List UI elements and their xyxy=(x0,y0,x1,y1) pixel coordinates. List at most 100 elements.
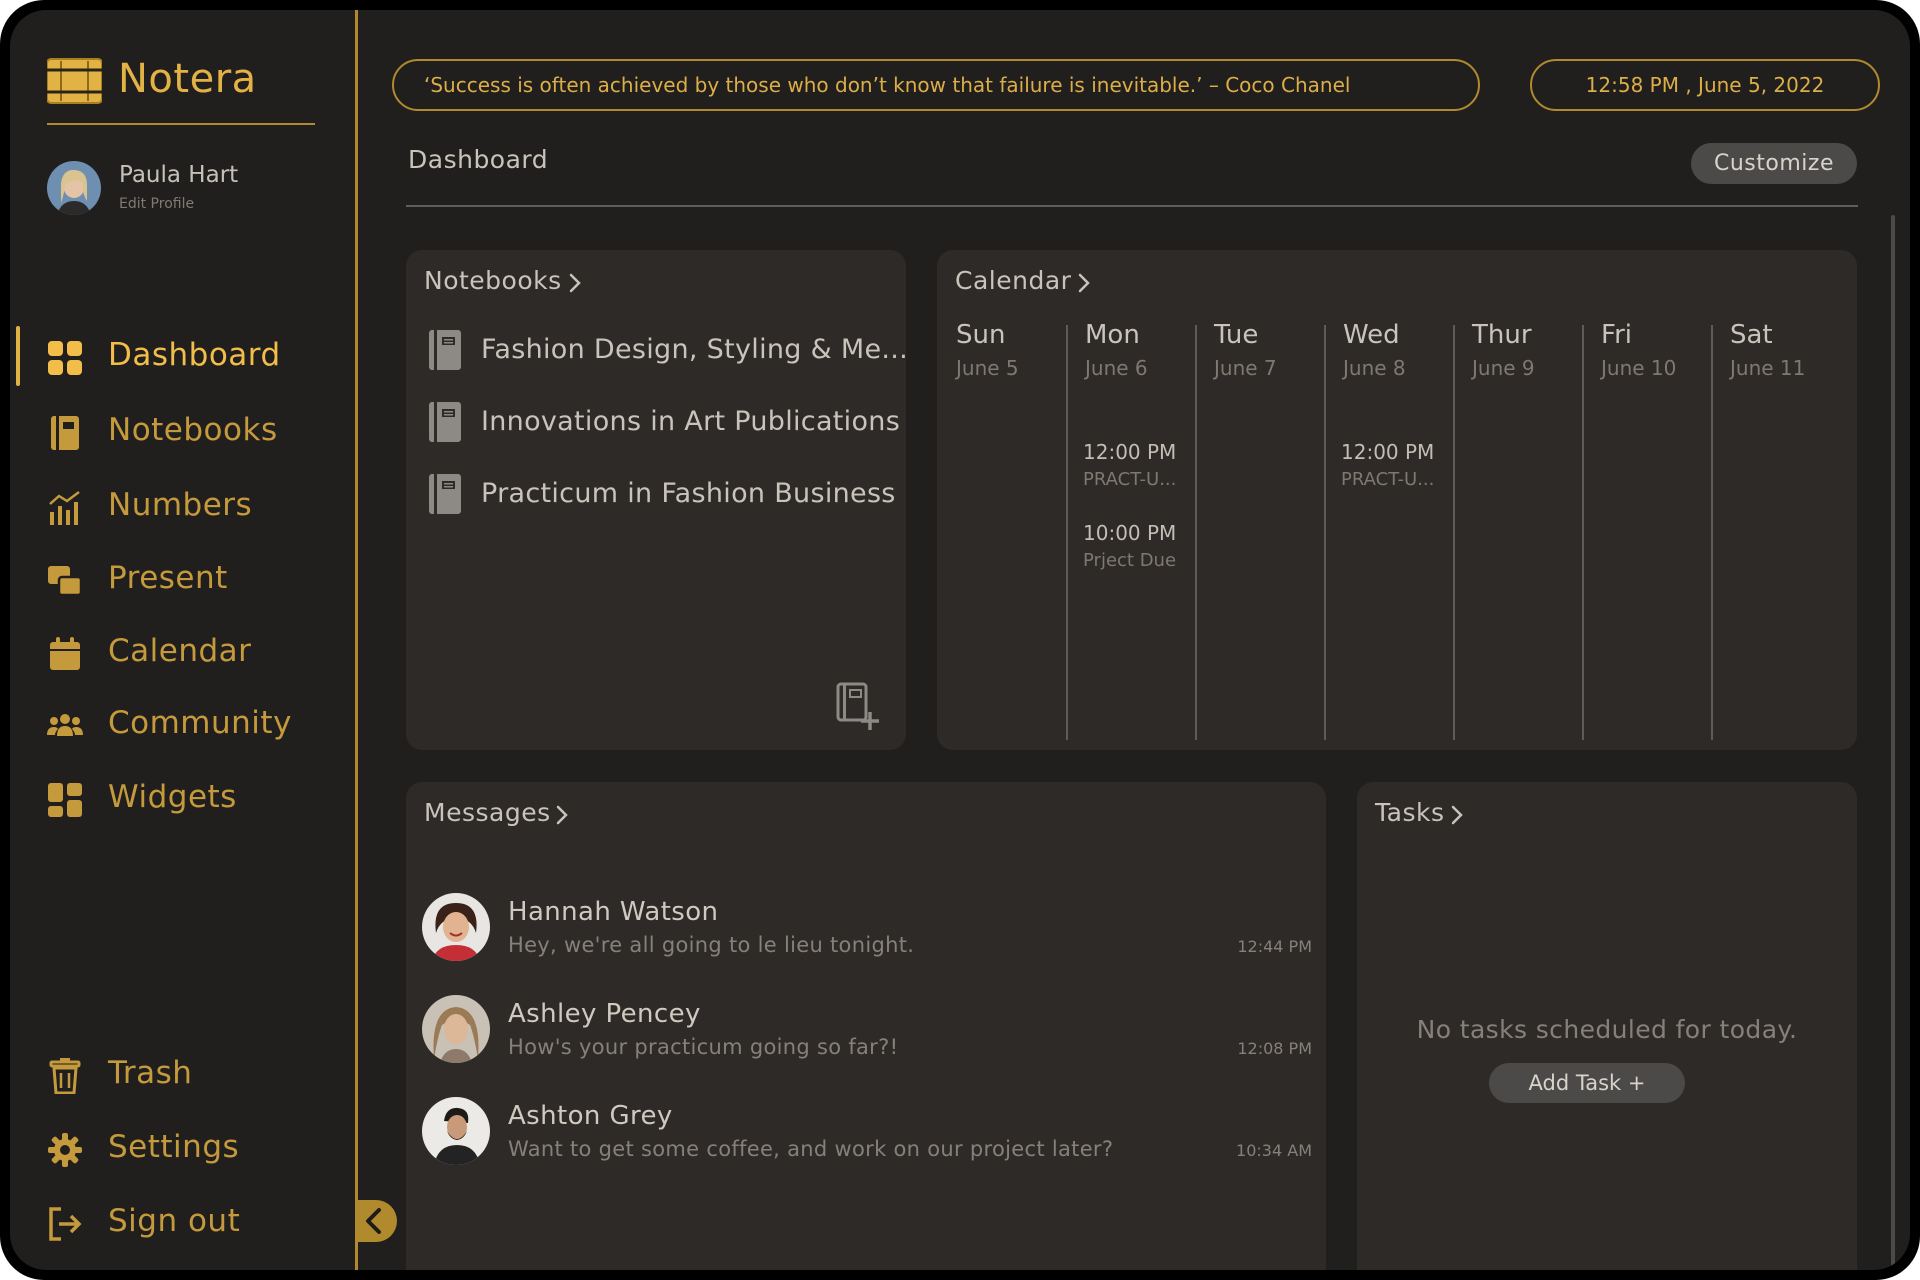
day-name: Fri xyxy=(1601,320,1632,350)
sidebar: Notera Paula Hart Edit Profile Dashboard xyxy=(10,10,355,1270)
message-time: 12:44 PM xyxy=(1237,937,1312,956)
notebooks-header[interactable]: Notebooks xyxy=(424,266,562,295)
calendar-header[interactable]: Calendar xyxy=(955,266,1071,295)
widgets-icon xyxy=(48,783,82,817)
message-time: 12:08 PM xyxy=(1237,1039,1312,1058)
calendar-card: Calendar Sun June 5 Mon June 6 12:00 PM … xyxy=(937,250,1857,750)
tasks-header[interactable]: Tasks xyxy=(1375,798,1444,827)
present-icon xyxy=(48,566,83,597)
day-name: Tue xyxy=(1214,320,1259,350)
nav-sign-out[interactable]: Sign out xyxy=(10,1194,350,1250)
scrollbar[interactable] xyxy=(1891,215,1895,1270)
add-notebook-icon[interactable] xyxy=(836,682,882,732)
event-time[interactable]: 12:00 PM xyxy=(1083,440,1176,464)
nav-label: Present xyxy=(108,560,228,596)
message-item[interactable]: Hannah Watson Hey, we're all going to le… xyxy=(422,891,1312,963)
logo-divider xyxy=(47,123,315,125)
profile-avatar[interactable] xyxy=(47,161,101,215)
app-logo-icon xyxy=(47,58,102,104)
notebook-icon xyxy=(429,330,461,370)
notebook-title: Innovations in Art Publications xyxy=(481,406,901,437)
calendar-day-sun[interactable]: Sun June 5 xyxy=(956,320,1084,740)
calendar-day-thu[interactable]: Thur June 9 xyxy=(1472,320,1600,740)
event-title[interactable]: Prject Due xyxy=(1083,550,1176,571)
nav-label: Dashboard xyxy=(108,337,281,373)
chevron-right-icon[interactable] xyxy=(568,272,582,294)
calendar-day-fri[interactable]: Fri June 10 xyxy=(1601,320,1729,740)
datetime-text: 12:58 PM , June 5, 2022 xyxy=(1585,73,1825,97)
day-name: Wed xyxy=(1343,320,1400,350)
nav-notebooks[interactable]: Notebooks xyxy=(10,403,350,459)
nav-label: Notebooks xyxy=(108,412,278,448)
nav-trash[interactable]: Trash xyxy=(10,1046,350,1102)
day-date: June 6 xyxy=(1085,356,1148,380)
nav-numbers[interactable]: Numbers xyxy=(10,478,350,534)
notebook-title: Practicum in Fashion Business xyxy=(481,478,896,509)
customize-button[interactable]: Customize xyxy=(1691,143,1857,184)
notebook-icon xyxy=(429,474,461,514)
device-frame: Notera Paula Hart Edit Profile Dashboard xyxy=(0,0,1920,1280)
nav-label: Widgets xyxy=(108,779,237,815)
nav-label: Community xyxy=(108,705,292,741)
app-name: Notera xyxy=(118,56,257,102)
notebook-item[interactable]: Practicum in Fashion Business xyxy=(428,469,898,519)
calendar-day-wed[interactable]: Wed June 8 12:00 PM PRACT-U... xyxy=(1341,320,1471,740)
sign-out-icon xyxy=(49,1207,82,1241)
sender-name: Ashley Pencey xyxy=(508,999,701,1029)
collapse-sidebar-button[interactable] xyxy=(355,1200,397,1242)
day-name: Thur xyxy=(1472,320,1532,350)
app-window: Notera Paula Hart Edit Profile Dashboard xyxy=(10,10,1910,1270)
nav-label: Settings xyxy=(108,1129,240,1165)
nav-settings[interactable]: Settings xyxy=(10,1120,350,1176)
event-title[interactable]: PRACT-U... xyxy=(1341,469,1434,490)
message-item[interactable]: Ashley Pencey How's your practicum going… xyxy=(422,993,1312,1065)
page-title: Dashboard xyxy=(408,145,549,174)
calendar-day-sat[interactable]: Sat June 11 xyxy=(1730,320,1858,740)
day-date: June 10 xyxy=(1601,356,1677,380)
message-preview: Hey, we're all going to le lieu tonight. xyxy=(508,933,915,957)
quote-text: ‘Success is often achieved by those who … xyxy=(424,73,1351,97)
chevron-right-icon[interactable] xyxy=(555,804,569,826)
event-time[interactable]: 12:00 PM xyxy=(1341,440,1434,464)
nav-label: Sign out xyxy=(108,1203,241,1239)
edit-profile-link[interactable]: Edit Profile xyxy=(119,196,194,212)
nav-label: Trash xyxy=(108,1055,193,1091)
quote-banner: ‘Success is often achieved by those who … xyxy=(392,59,1480,111)
dashboard-icon xyxy=(48,341,82,375)
message-item[interactable]: Ashton Grey Want to get some coffee, and… xyxy=(422,1095,1312,1167)
nav-calendar[interactable]: Calendar xyxy=(10,624,350,680)
notebook-item[interactable]: Fashion Design, Styling & Me... xyxy=(428,325,908,375)
nav-present[interactable]: Present xyxy=(10,551,350,607)
day-date: June 7 xyxy=(1214,356,1277,380)
notebook-title: Fashion Design, Styling & Me... xyxy=(481,334,909,365)
notebook-item[interactable]: Innovations in Art Publications xyxy=(428,397,901,447)
nav-dashboard[interactable]: Dashboard xyxy=(10,328,350,384)
calendar-day-mon[interactable]: Mon June 6 12:00 PM PRACT-U... 10:00 PM … xyxy=(1083,320,1213,740)
chevron-left-icon xyxy=(366,1208,381,1234)
messages-card: Messages Hannah Watson Hey, we're all go… xyxy=(406,782,1326,1270)
chevron-right-icon[interactable] xyxy=(1077,272,1091,294)
sender-name: Ashton Grey xyxy=(508,1101,673,1131)
title-divider xyxy=(406,205,1858,207)
nav-label: Numbers xyxy=(108,487,253,523)
day-name: Sun xyxy=(956,320,1006,350)
calendar-day-tue[interactable]: Tue June 7 xyxy=(1214,320,1342,740)
messages-header[interactable]: Messages xyxy=(424,798,551,827)
tasks-empty-message: No tasks scheduled for today. xyxy=(1416,1015,1798,1044)
trash-icon xyxy=(49,1058,81,1094)
chevron-right-icon[interactable] xyxy=(1450,804,1464,826)
nav-widgets[interactable]: Widgets xyxy=(10,770,350,826)
community-icon xyxy=(47,714,83,736)
chart-icon xyxy=(49,491,80,525)
event-title[interactable]: PRACT-U... xyxy=(1083,469,1176,490)
tasks-card: Tasks No tasks scheduled for today. Add … xyxy=(1357,782,1857,1270)
calendar-icon xyxy=(50,637,80,670)
add-task-button[interactable]: Add Task + xyxy=(1489,1063,1685,1103)
datetime-display: 12:58 PM , June 5, 2022 xyxy=(1530,59,1880,111)
day-name: Sat xyxy=(1730,320,1773,350)
notebook-icon xyxy=(429,402,461,442)
sender-name: Hannah Watson xyxy=(508,897,719,927)
event-time[interactable]: 10:00 PM xyxy=(1083,521,1176,545)
profile-name: Paula Hart xyxy=(119,162,239,188)
nav-community[interactable]: Community xyxy=(10,696,350,752)
